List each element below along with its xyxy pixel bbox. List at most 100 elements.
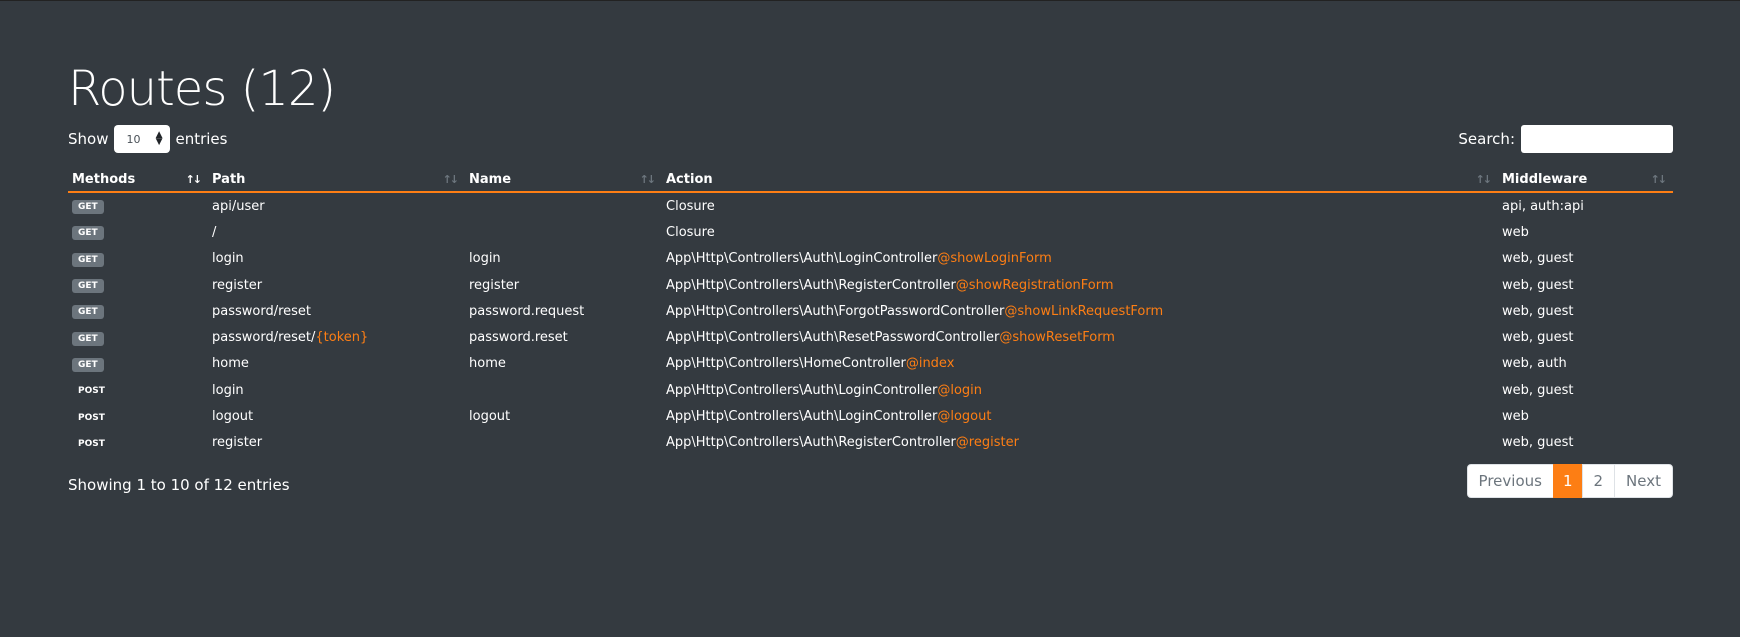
table-header-row: Methods ↑↓ Path ↑↓ Name ↑↓ Action ↑↓ Mid… [68,168,1673,193]
entries-length-control: Show 10 ▲ ▼ entries [68,125,227,153]
method-cell: GET [68,272,208,298]
action-cell: App\Http\Controllers\Auth\LoginControlle… [662,377,1498,403]
entries-label: entries [175,130,228,148]
method-badge: POST [78,386,105,397]
method-badge: GET [72,357,104,372]
path-text: api/user [212,198,265,214]
action-class: App\Http\Controllers\HomeController [666,356,906,372]
path-text: / [212,224,217,240]
action-method: @showResetForm [999,330,1115,346]
action-method: @showRegistrationForm [955,277,1114,293]
search-input[interactable] [1521,125,1673,153]
method-cell: GET [68,298,208,324]
sort-icon: ↑↓ [639,173,657,186]
middleware-cell: web, auth [1502,356,1567,372]
name-cell [465,192,662,219]
column-label: Middleware [1502,172,1588,187]
pagination: Previous 1 2 Next [1466,464,1673,498]
entries-per-page-select[interactable]: 10 ▲ ▼ [114,125,171,153]
middleware-cell: web, guest [1502,251,1574,267]
column-header-methods[interactable]: Methods ↑↓ [68,168,208,193]
method-cell: GET [68,219,208,245]
middleware-cell: web, guest [1502,277,1574,293]
sort-icon: ↑↓ [1650,173,1668,186]
column-header-name[interactable]: Name ↑↓ [465,168,662,193]
path-cell: logout [208,403,465,429]
method-cell: GET [68,351,208,377]
column-label: Name [469,172,512,187]
page-title: Routes (12) [68,61,336,117]
column-header-action[interactable]: Action ↑↓ [662,168,1498,193]
table-row: GET home home App\Http\Controllers\HomeCont… [68,351,1673,377]
middleware-cell: web, guest [1502,330,1574,346]
path-cell: register [208,430,465,456]
path-cell: api/user [208,192,465,219]
name-cell: home [469,356,506,372]
method-badge: GET [72,226,104,241]
path-cell: / [208,219,465,245]
method-badge: GET [72,252,104,267]
action-class: App\Http\Controllers\Auth\LoginControlle… [666,382,938,398]
entries-per-page-value: 10 [126,132,141,146]
path-cell: register [208,272,465,298]
table-row: GET password/reset/{token} password.reset A… [68,324,1673,350]
search-label: Search: [1458,130,1515,148]
path-text: login [212,251,244,267]
method-cell: POST [68,377,208,403]
page-1-button[interactable]: 1 [1552,464,1583,498]
action-cell: App\Http\Controllers\HomeController@inde… [662,351,1498,377]
middleware-cell: web, guest [1502,382,1574,398]
path-text: login [212,382,244,398]
method-cell: POST [68,403,208,429]
name-cell: register [469,277,520,293]
path-text: home [212,356,249,372]
path-text: register [212,435,263,451]
method-badge: GET [72,200,104,215]
sort-icon: ↑↓ [442,173,460,186]
action-class: App\Http\Controllers\Auth\LoginControlle… [666,251,938,267]
column-label: Action [666,172,713,187]
table-body: GET api/user Closure api, auth:api GET / Closu… [68,192,1673,456]
method-badge: GET [72,279,104,294]
action-class: App\Http\Controllers\Auth\LoginControlle… [666,409,938,425]
path-param: {token} [315,330,369,346]
middleware-cell: web, guest [1502,303,1574,319]
page-2-button[interactable]: 2 [1581,464,1616,498]
name-cell: login [469,251,501,267]
next-page-button[interactable]: Next [1614,464,1673,498]
middleware-cell: api, auth:api [1502,198,1584,214]
action-cell: App\Http\Controllers\Auth\RegisterContro… [662,430,1498,456]
method-cell: GET [68,192,208,219]
name-cell: logout [469,409,511,425]
name-cell: password.request [469,303,585,319]
column-label: Path [212,172,246,187]
previous-page-button[interactable]: Previous [1466,464,1554,498]
action-cell: App\Http\Controllers\Auth\RegisterContro… [662,272,1498,298]
path-cell: login [208,246,465,272]
action-cell: App\Http\Controllers\Auth\ResetPasswordC… [662,324,1498,350]
path-cell: password/reset [208,298,465,324]
method-badge: POST [78,438,105,449]
action-method: @showLinkRequestForm [1004,303,1164,319]
select-arrows-icon: ▲ ▼ [155,130,163,147]
action-class: Closure [666,224,715,240]
method-cell: GET [68,324,208,350]
table-row: GET api/user Closure api, auth:api [68,192,1673,219]
name-cell: password.reset [469,330,568,346]
column-header-middleware[interactable]: Middleware ↑↓ [1498,168,1673,193]
middleware-cell: web [1502,409,1529,425]
table-row: POST logout logout App\Http\Controllers\Aut… [68,403,1673,429]
table-row: POST login App\Http\Controllers\Auth\Login… [68,377,1673,403]
table-row: GET register register App\Http\Controllers\… [68,272,1673,298]
path-text: register [212,277,263,293]
sort-asc-icon: ↑↓ [185,173,203,186]
column-header-path[interactable]: Path ↑↓ [208,168,465,193]
table-row: GET / Closure web [68,219,1673,245]
action-cell: App\Http\Controllers\Auth\LoginControlle… [662,403,1498,429]
action-cell: Closure [662,219,1498,245]
method-badge: GET [72,331,104,346]
action-class: App\Http\Controllers\Auth\RegisterContro… [666,435,956,451]
name-cell [465,219,662,245]
action-class: App\Http\Controllers\Auth\ForgotPassword… [666,303,1005,319]
search-control: Search: [1458,125,1673,153]
